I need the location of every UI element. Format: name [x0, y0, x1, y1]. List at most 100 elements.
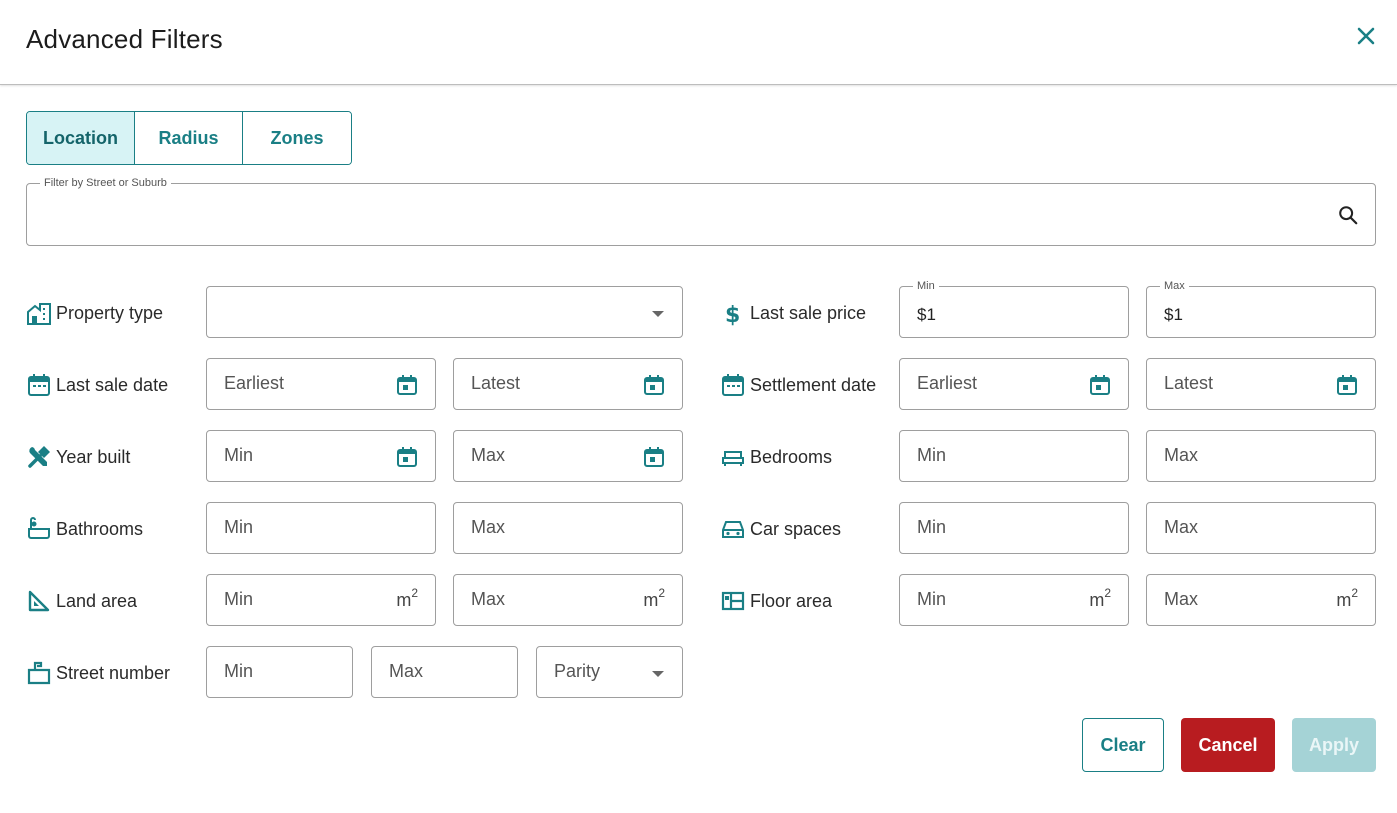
- car-icon: [722, 521, 744, 538]
- bathrooms-max-input[interactable]: Max: [453, 502, 683, 554]
- calendar-picker-icon[interactable]: [642, 445, 666, 469]
- calendar-icon: [722, 374, 744, 396]
- land-area-max-input[interactable]: Max m2: [453, 574, 683, 626]
- year-built-label: Year built: [26, 431, 130, 483]
- street-number-text: Street number: [56, 662, 171, 683]
- year-built-max-input[interactable]: Max: [453, 430, 683, 482]
- close-icon: [1357, 27, 1375, 45]
- min-placeholder: Min: [224, 589, 254, 609]
- max-placeholder: Max: [1164, 445, 1199, 465]
- min-value: $1: [917, 305, 936, 324]
- land-area-label: Land area: [26, 575, 137, 627]
- max-placeholder: Max: [389, 661, 424, 681]
- floor-area-min-input[interactable]: Min m2: [899, 574, 1129, 626]
- min-placeholder: Min: [917, 589, 947, 609]
- dialog-header: Advanced Filters: [0, 0, 1397, 85]
- bedrooms-label: Bedrooms: [720, 431, 832, 483]
- dollar-icon: $: [725, 303, 740, 326]
- year-built-min-input[interactable]: Min: [206, 430, 436, 482]
- min-placeholder: Min: [224, 661, 254, 681]
- year-built-text: Year built: [56, 446, 131, 467]
- latest-placeholder: Latest: [471, 373, 521, 393]
- max-legend: Max: [1160, 279, 1189, 293]
- unit-label: m2: [396, 586, 418, 610]
- settlement-date-earliest-input[interactable]: Earliest: [899, 358, 1129, 410]
- calendar-icon: [28, 374, 50, 396]
- max-value: $1: [1164, 305, 1183, 324]
- svg-text:$: $: [725, 303, 740, 326]
- car-spaces-max-input[interactable]: Max: [1146, 502, 1376, 554]
- building-icon: [27, 303, 51, 325]
- chevron-down-icon: [652, 671, 664, 677]
- apply-button[interactable]: Apply: [1292, 718, 1376, 772]
- last-sale-date-earliest-input[interactable]: Earliest: [206, 358, 436, 410]
- tools-icon: [28, 446, 50, 468]
- clear-button[interactable]: Clear: [1082, 718, 1164, 772]
- settlement-date-text: Settlement date: [750, 374, 877, 395]
- last-sale-price-max-input[interactable]: Max $1: [1146, 279, 1376, 338]
- last-sale-date-text: Last sale date: [56, 374, 169, 395]
- last-sale-date-label: Last sale date: [26, 359, 168, 411]
- property-type-select[interactable]: [206, 286, 683, 338]
- street-number-min-input[interactable]: Min: [206, 646, 353, 698]
- car-spaces-min-input[interactable]: Min: [899, 502, 1129, 554]
- cancel-button[interactable]: Cancel: [1181, 718, 1275, 772]
- car-spaces-label: Car spaces: [720, 503, 841, 555]
- calendar-picker-icon[interactable]: [1335, 373, 1359, 397]
- street-suburb-search-input[interactable]: Filter by Street or Suburb: [26, 176, 1376, 246]
- last-sale-price-min-input[interactable]: Min $1: [899, 279, 1129, 338]
- tab-zones[interactable]: Zones: [243, 112, 351, 164]
- parity-placeholder: Parity: [554, 661, 601, 681]
- latest-placeholder: Latest: [1164, 373, 1214, 393]
- floor-area-max-input[interactable]: Max m2: [1146, 574, 1376, 626]
- tab-location[interactable]: Location: [27, 112, 135, 164]
- calendar-picker-icon[interactable]: [1088, 373, 1112, 397]
- bedrooms-text: Bedrooms: [750, 446, 833, 467]
- unit-label: m2: [1336, 586, 1358, 610]
- unit-label: m2: [643, 586, 665, 610]
- street-number-max-input[interactable]: Max: [371, 646, 518, 698]
- max-placeholder: Max: [471, 589, 506, 609]
- calendar-picker-icon[interactable]: [395, 445, 419, 469]
- max-placeholder: Max: [471, 517, 506, 537]
- earliest-placeholder: Earliest: [224, 373, 285, 393]
- bathrooms-text: Bathrooms: [56, 518, 144, 539]
- min-legend: Min: [913, 279, 939, 293]
- earliest-placeholder: Earliest: [917, 373, 978, 393]
- set-square-icon: [28, 590, 50, 612]
- chevron-down-icon: [652, 311, 664, 317]
- bathtub-icon: [28, 517, 50, 539]
- bed-icon: [722, 451, 744, 466]
- street-number-label: Street number: [26, 647, 170, 699]
- property-type-label: Property type: [26, 287, 163, 339]
- min-placeholder: Min: [224, 517, 254, 537]
- property-type-text: Property type: [56, 302, 164, 323]
- bathrooms-min-input[interactable]: Min: [206, 502, 436, 554]
- location-mode-tabs: Location Radius Zones: [26, 111, 352, 165]
- land-area-text: Land area: [56, 590, 138, 611]
- dialog-title: Advanced Filters: [26, 24, 223, 54]
- car-spaces-text: Car spaces: [750, 518, 842, 539]
- last-sale-date-latest-input[interactable]: Latest: [453, 358, 683, 410]
- max-placeholder: Max: [1164, 517, 1199, 537]
- bedrooms-max-input[interactable]: Max: [1146, 430, 1376, 482]
- min-placeholder: Min: [917, 445, 947, 465]
- tab-radius[interactable]: Radius: [135, 112, 243, 164]
- bedrooms-min-input[interactable]: Min: [899, 430, 1129, 482]
- search-legend: Filter by Street or Suburb: [40, 176, 171, 190]
- last-sale-price-label: $ Last sale price: [720, 287, 866, 339]
- close-button[interactable]: [1352, 22, 1380, 50]
- unit-label: m2: [1089, 586, 1111, 610]
- calendar-picker-icon[interactable]: [642, 373, 666, 397]
- street-number-parity-select[interactable]: Parity: [536, 646, 683, 698]
- min-placeholder: Min: [224, 445, 254, 465]
- search-icon[interactable]: [1337, 204, 1359, 226]
- mailbox-icon: [27, 661, 51, 685]
- calendar-picker-icon[interactable]: [395, 373, 419, 397]
- settlement-date-latest-input[interactable]: Latest: [1146, 358, 1376, 410]
- floor-area-label: Floor area: [720, 575, 832, 627]
- settlement-date-label: Settlement date: [720, 359, 876, 411]
- max-placeholder: Max: [1164, 589, 1199, 609]
- land-area-min-input[interactable]: Min m2: [206, 574, 436, 626]
- floor-area-text: Floor area: [750, 590, 833, 611]
